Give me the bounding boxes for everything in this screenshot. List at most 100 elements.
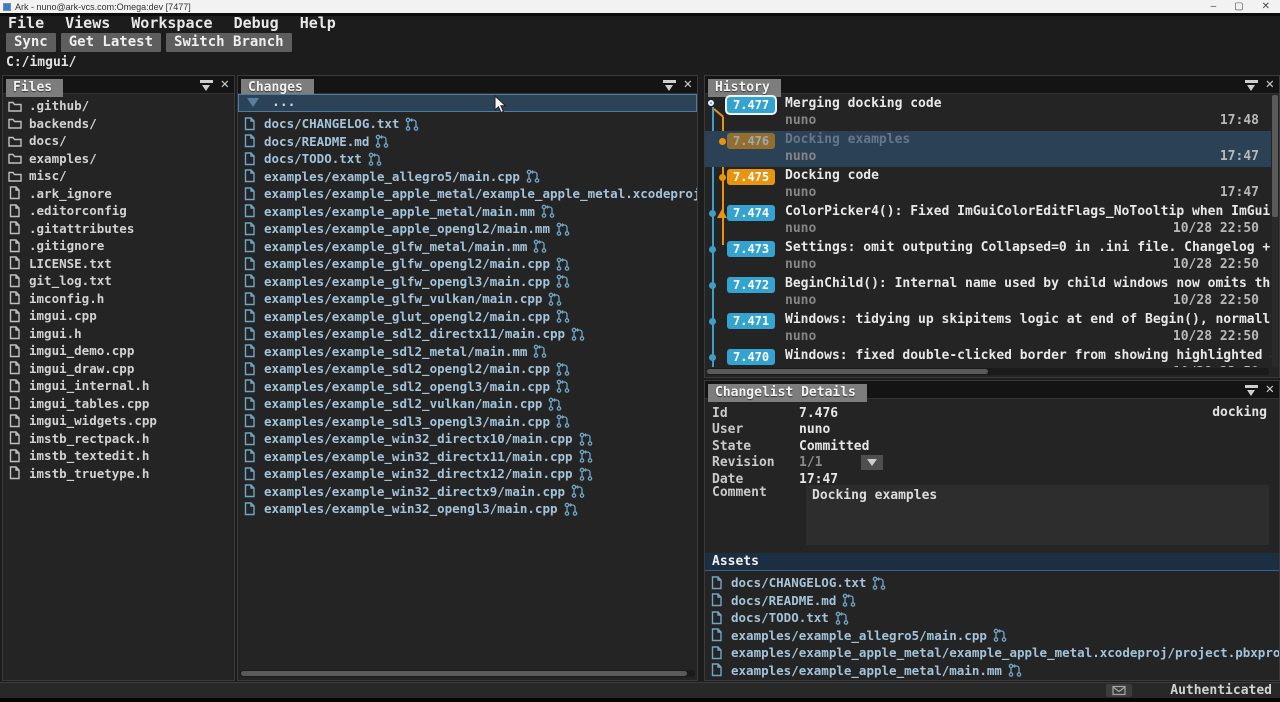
close-panel-icon[interactable]: ✕ [1266,78,1274,91]
file-tree-item[interactable]: git_log.txt [3,272,234,290]
changed-file-row[interactable]: examples/example_sdl2_directx11/main.cpp [238,325,697,343]
history-vscrollbar[interactable] [1272,95,1278,367]
comment-textarea[interactable]: Docking examples [806,485,1269,545]
file-tree-item[interactable]: .editorconfig [3,202,234,220]
history-commit-row[interactable]: 7.475 Docking code nuno 17:47 [705,167,1271,203]
changed-file-row[interactable]: examples/example_allegro5/main.cpp [238,168,697,186]
menu-item[interactable]: Views [65,15,110,33]
revision-dropdown-button[interactable] [861,455,883,470]
menu-item[interactable]: Help [300,15,336,33]
close-panel-icon[interactable]: ✕ [684,78,692,91]
status-bar: Authenticated [0,682,1280,698]
asset-file-row[interactable]: examples/example_apple_metal/main.mm [705,662,1279,680]
mail-button[interactable] [1106,684,1132,697]
file-tree-item[interactable]: backends/ [3,115,234,133]
filter-icon[interactable] [663,79,676,91]
changed-file-path: examples/example_win32_directx10/main.cp… [264,431,573,446]
history-commit-row[interactable]: 7.473 Settings: omit outputing Collapsed… [705,239,1271,275]
file-tree-item[interactable]: imgui.cpp [3,307,234,325]
file-name: .gitattributes [29,221,134,236]
file-tree-item[interactable]: examples/ [3,150,234,168]
filter-icon[interactable] [1245,384,1258,396]
asset-file-row[interactable]: docs/CHANGELOG.txt [705,574,1279,592]
branch-fork-icon [571,327,585,341]
asset-file-row[interactable]: docs/README.md [705,592,1279,610]
changed-file-path: examples/example_glfw_vulkan/main.cpp [264,291,542,306]
changed-file-row[interactable]: docs/TODO.txt [238,150,697,168]
toolbar-button[interactable]: Get Latest [61,33,161,52]
file-tree-item[interactable]: imstb_truetype.h [3,465,234,483]
history-commit-row[interactable]: 7.471 Windows: tidying up skipitems logi… [705,311,1271,347]
expander-icon[interactable] [247,98,259,107]
changed-file-row[interactable]: examples/example_apple_metal/main.mm [238,203,697,221]
file-tree-item[interactable]: imgui_demo.cpp [3,342,234,360]
close-panel-icon[interactable]: ✕ [221,78,229,91]
close-button[interactable]: ✕ [1262,0,1270,13]
file-tree-item[interactable]: imgui_tables.cpp [3,395,234,413]
changed-file-row[interactable]: examples/example_win32_directx11/main.cp… [238,448,697,466]
file-tree-item[interactable]: docs/ [3,132,234,150]
graph-node-icon [719,138,726,145]
changed-file-row[interactable]: examples/example_glfw_opengl2/main.cpp [238,255,697,273]
close-panel-icon[interactable]: ✕ [1266,383,1274,396]
changed-file-row[interactable]: examples/example_win32_directx12/main.cp… [238,465,697,483]
file-tree-item[interactable]: .ark_ignore [3,185,234,203]
history-hscrollbar[interactable] [707,368,1269,375]
changes-group-row[interactable]: ... [238,94,697,112]
changed-file-row[interactable]: examples/example_sdl2_metal/main.mm [238,343,697,361]
changed-file-row[interactable]: examples/example_sdl2_vulkan/main.cpp [238,395,697,413]
file-tree-item[interactable]: .gitignore [3,237,234,255]
files-tab[interactable]: Files [6,79,63,97]
file-tree-item[interactable]: LICENSE.txt [3,255,234,273]
asset-file-row[interactable]: docs/TODO.txt [705,609,1279,627]
menu-item[interactable]: Workspace [131,15,212,33]
file-tree-item[interactable]: imgui.h [3,325,234,343]
branch-fork-icon [533,239,547,253]
file-tree-item[interactable]: misc/ [3,167,234,185]
changelist-details-tab[interactable]: Changelist Details [708,384,867,402]
changed-file-row[interactable]: examples/example_glfw_opengl3/main.cpp [238,273,697,291]
file-tree-item[interactable]: .github/ [3,97,234,115]
changed-file-row[interactable]: examples/example_apple_metal/example_app… [238,185,697,203]
maximize-button[interactable]: ▢ [1234,0,1243,13]
changed-file-row[interactable]: examples/example_apple_opengl2/main.mm [238,220,697,238]
changed-file-row[interactable]: examples/example_glfw_metal/main.mm [238,238,697,256]
changeset-badge: 7.472 [727,277,775,293]
folder-icon [8,99,22,113]
changed-file-row[interactable]: examples/example_win32_directx9/main.cpp [238,483,697,501]
asset-file-row[interactable]: examples/example_apple_metal/example_app… [705,644,1279,662]
history-commit-row[interactable]: 7.477 Merging docking code nuno 17:48 [705,95,1271,131]
file-tree-item[interactable]: imconfig.h [3,290,234,308]
file-tree-item[interactable]: .gitattributes [3,220,234,238]
changed-file-row[interactable]: examples/example_glfw_vulkan/main.cpp [238,290,697,308]
minimize-button[interactable]: – [1211,0,1217,13]
changed-file-row[interactable]: examples/example_win32_directx10/main.cp… [238,430,697,448]
history-commit-row[interactable]: 7.474 ColorPicker4(): Fixed ImGuiColorEd… [705,203,1271,239]
history-commit-row[interactable]: 7.470 Windows: fixed double-clicked bord… [705,347,1271,367]
graph-node-icon [709,210,716,217]
asset-file-row[interactable]: examples/example_allegro5/main.cpp [705,627,1279,645]
changed-file-row[interactable]: examples/example_sdl3_opengl3/main.cpp [238,413,697,431]
toolbar-button[interactable]: Sync [6,33,56,52]
filter-icon[interactable] [200,79,213,91]
changed-file-row[interactable]: examples/example_glut_opengl2/main.cpp [238,308,697,326]
history-commit-row[interactable]: 7.476 Docking examples nuno 17:47 [705,131,1271,167]
file-tree-item[interactable]: imgui_widgets.cpp [3,412,234,430]
file-tree-item[interactable]: imgui_internal.h [3,377,234,395]
history-commit-row[interactable]: 7.472 BeginChild(): Internal name used b… [705,275,1271,311]
changed-file-row[interactable]: examples/example_sdl2_opengl2/main.cpp [238,360,697,378]
menu-item[interactable]: File [8,15,44,33]
changed-file-row[interactable]: docs/CHANGELOG.txt [238,115,697,133]
filter-icon[interactable] [1245,79,1258,91]
menu-item[interactable]: Debug [234,15,279,33]
changed-file-row[interactable]: examples/example_sdl2_opengl3/main.cpp [238,378,697,396]
changes-hscrollbar[interactable] [240,670,695,677]
changed-file-path: examples/example_win32_directx12/main.cp… [264,466,573,481]
changed-file-row[interactable]: docs/README.md [238,133,697,151]
changed-file-row[interactable]: examples/example_win32_opengl3/main.cpp [238,500,697,518]
file-tree-item[interactable]: imstb_rectpack.h [3,430,234,448]
file-name: imgui.cpp [29,308,97,323]
file-tree-item[interactable]: imstb_textedit.h [3,447,234,465]
toolbar-button[interactable]: Switch Branch [166,33,292,52]
file-tree-item[interactable]: imgui_draw.cpp [3,360,234,378]
